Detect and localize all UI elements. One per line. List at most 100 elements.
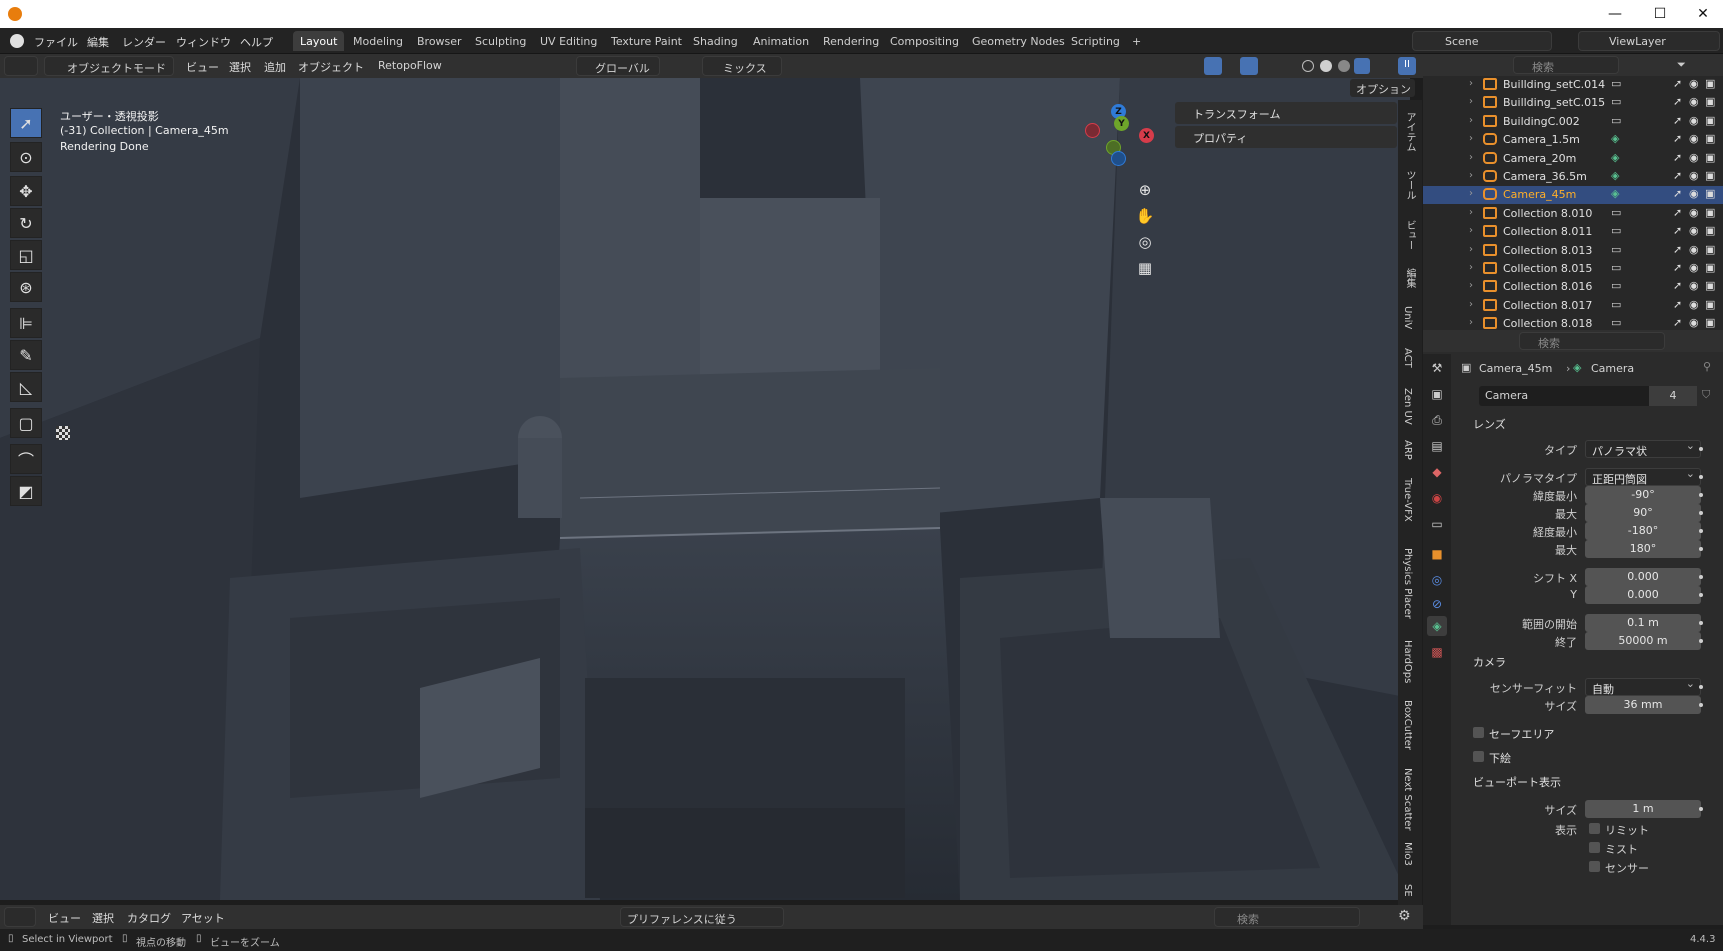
menu-render[interactable]: レンダー bbox=[122, 34, 166, 50]
render-camera-icon[interactable]: ▣ bbox=[1705, 95, 1715, 108]
vtab-true-vfx[interactable]: True-VFX bbox=[1402, 478, 1413, 522]
move-tool-icon[interactable]: ✥ bbox=[10, 176, 42, 206]
clip-start-field[interactable]: 0.1 m bbox=[1585, 614, 1701, 632]
vtab-view[interactable]: ビュー bbox=[1402, 220, 1417, 250]
close-button[interactable]: ✕ bbox=[1680, 0, 1723, 28]
gizmo-x-axis[interactable]: X bbox=[1139, 128, 1154, 143]
sensor-size-field[interactable]: 36 mm bbox=[1585, 696, 1701, 714]
shift-y-field[interactable]: 0.000 bbox=[1585, 586, 1701, 604]
selectable-toggle-icon[interactable]: ➚ bbox=[1673, 187, 1682, 200]
clip-end-field[interactable]: 50000 m bbox=[1585, 632, 1701, 650]
measure-tool-icon[interactable]: ◺ bbox=[10, 372, 42, 402]
camera-data-tab-icon[interactable]: ◈ bbox=[1427, 616, 1447, 636]
asset-menu-asset[interactable]: アセット bbox=[181, 910, 225, 926]
visibility-eye-icon[interactable]: ◉ bbox=[1689, 261, 1699, 274]
render-camera-icon[interactable]: ▣ bbox=[1705, 224, 1715, 237]
3d-viewport[interactable]: ユーザー・透視投影 (-31) Collection | Camera_45m … bbox=[0, 78, 1410, 900]
collection-exclude-icon[interactable]: ▭ bbox=[1611, 298, 1621, 311]
asset-menu-catalog[interactable]: カタログ bbox=[127, 910, 171, 926]
pin-icon[interactable]: ⚲ bbox=[1703, 360, 1711, 373]
asset-search-input[interactable]: 検索 bbox=[1214, 907, 1360, 927]
visibility-eye-icon[interactable]: ◉ bbox=[1689, 132, 1699, 145]
expand-chevron-icon[interactable]: › bbox=[1469, 299, 1473, 310]
render-camera-icon[interactable]: ▣ bbox=[1705, 169, 1715, 182]
expand-chevron-icon[interactable]: › bbox=[1469, 225, 1473, 236]
selectable-toggle-icon[interactable]: ➚ bbox=[1673, 261, 1682, 274]
vtab-se[interactable]: SE bbox=[1402, 884, 1413, 897]
outliner-item-label[interactable]: Camera_20m bbox=[1503, 152, 1576, 165]
visibility-eye-icon[interactable]: ◉ bbox=[1689, 243, 1699, 256]
blender-menu-icon[interactable] bbox=[10, 34, 24, 48]
outliner-item[interactable]: › Camera_45m ◈ ➚ ◉ ▣ bbox=[1423, 186, 1723, 205]
draw-tool-icon[interactable]: ✎ bbox=[10, 340, 42, 370]
minimize-button[interactable]: — bbox=[1592, 0, 1638, 28]
vtab-edit[interactable]: 編集 bbox=[1402, 268, 1417, 288]
camera-data-icon[interactable]: ◈ bbox=[1611, 151, 1619, 164]
import-method-dropdown[interactable]: プリファレンスに従う bbox=[620, 907, 784, 927]
safe-areas-section-header[interactable]: セーフエリア bbox=[1459, 722, 1717, 744]
viewport-menu-select[interactable]: 選択 bbox=[229, 59, 251, 75]
solid-shading-icon[interactable] bbox=[1320, 60, 1332, 72]
visibility-eye-icon[interactable]: ◉ bbox=[1689, 114, 1699, 127]
render-tab-icon[interactable]: ▣ bbox=[1427, 384, 1447, 404]
expand-chevron-icon[interactable]: › bbox=[1469, 317, 1473, 328]
fake-user-shield-icon[interactable]: ⛉ bbox=[1702, 388, 1710, 402]
filter-icon[interactable]: ⏷ bbox=[1677, 58, 1693, 72]
collection-exclude-icon[interactable]: ▭ bbox=[1611, 206, 1621, 219]
latitude-max-field[interactable]: 90° bbox=[1585, 504, 1701, 522]
outliner-item-label[interactable]: Collection 8.016 bbox=[1503, 280, 1592, 293]
menu-window[interactable]: ウィンドウ bbox=[176, 34, 231, 50]
outliner-item-label[interactable]: Camera_1.5m bbox=[1503, 133, 1580, 146]
expand-chevron-icon[interactable]: › bbox=[1469, 207, 1473, 218]
background-images-checkbox[interactable] bbox=[1473, 751, 1484, 762]
keyframe-dot[interactable] bbox=[1699, 529, 1703, 533]
scene-tab-icon[interactable]: ◆ bbox=[1427, 462, 1447, 482]
scale-tool-icon[interactable]: ◱ bbox=[10, 240, 42, 270]
keyframe-dot[interactable] bbox=[1699, 447, 1703, 451]
visibility-eye-icon[interactable]: ◉ bbox=[1689, 298, 1699, 311]
pause-render-button[interactable]: II bbox=[1398, 57, 1416, 75]
gizmo-toggle-icon[interactable] bbox=[1204, 57, 1222, 75]
gizmo-y-axis[interactable]: Y bbox=[1114, 116, 1129, 131]
expand-chevron-icon[interactable]: › bbox=[1469, 96, 1473, 107]
keyframe-dot[interactable] bbox=[1699, 639, 1703, 643]
add-workspace-button[interactable]: + bbox=[1125, 31, 1148, 51]
visibility-eye-icon[interactable]: ◉ bbox=[1689, 206, 1699, 219]
expand-chevron-icon[interactable]: › bbox=[1469, 133, 1473, 144]
render-camera-icon[interactable]: ▣ bbox=[1705, 132, 1715, 145]
tab-uv-editing[interactable]: UV Editing bbox=[533, 31, 604, 51]
outliner-item-label[interactable]: BuildingC.002 bbox=[1503, 115, 1580, 128]
maximize-button[interactable]: ☐ bbox=[1637, 0, 1683, 28]
render-camera-icon[interactable]: ▣ bbox=[1705, 243, 1715, 256]
physics-tab-icon[interactable]: ◎ bbox=[1427, 570, 1447, 590]
view-layer-tab-icon[interactable]: ▤ bbox=[1427, 436, 1447, 456]
outliner-item[interactable]: › Collection 8.011 ▭ ➚ ◉ ▣ bbox=[1423, 223, 1723, 241]
constraints-tab-icon[interactable]: ⊘ bbox=[1427, 594, 1447, 614]
vtab-boxcutter[interactable]: BoxCutter bbox=[1402, 700, 1413, 750]
transform-tool-icon[interactable]: ⊛ bbox=[10, 272, 42, 302]
selectable-toggle-icon[interactable]: ➚ bbox=[1673, 316, 1682, 329]
selectable-toggle-icon[interactable]: ➚ bbox=[1673, 224, 1682, 237]
collection-exclude-icon[interactable]: ▭ bbox=[1611, 279, 1621, 292]
vtab-act[interactable]: ACT bbox=[1402, 348, 1413, 368]
view-layer-selector[interactable]: ViewLayer bbox=[1578, 31, 1720, 51]
vtab-zen-uv[interactable]: Zen UV bbox=[1402, 388, 1413, 425]
material-shading-icon[interactable] bbox=[1338, 60, 1350, 72]
tab-animation[interactable]: Animation bbox=[746, 31, 816, 51]
lens-type-dropdown[interactable]: パノラマ状 bbox=[1585, 439, 1701, 458]
expand-chevron-icon[interactable]: › bbox=[1469, 78, 1473, 89]
expand-chevron-icon[interactable]: › bbox=[1469, 115, 1473, 126]
tab-shading[interactable]: Shading bbox=[686, 31, 745, 51]
outliner-item-label[interactable]: Collection 8.013 bbox=[1503, 244, 1592, 257]
boxcutter-tool-icon[interactable]: ◩ bbox=[10, 476, 42, 506]
collection-exclude-icon[interactable]: ▭ bbox=[1611, 114, 1621, 127]
keyframe-dot[interactable] bbox=[1699, 511, 1703, 515]
collection-exclude-icon[interactable]: ▭ bbox=[1611, 243, 1621, 256]
selectable-toggle-icon[interactable]: ➚ bbox=[1673, 243, 1682, 256]
tab-compositing[interactable]: Compositing bbox=[883, 31, 966, 51]
keyframe-dot[interactable] bbox=[1699, 621, 1703, 625]
collection-tab-icon[interactable]: ▭ bbox=[1427, 514, 1447, 534]
asset-menu-view[interactable]: ビュー bbox=[48, 910, 81, 926]
options-dropdown[interactable]: オプション bbox=[1350, 79, 1415, 97]
keyframe-dot[interactable] bbox=[1699, 575, 1703, 579]
